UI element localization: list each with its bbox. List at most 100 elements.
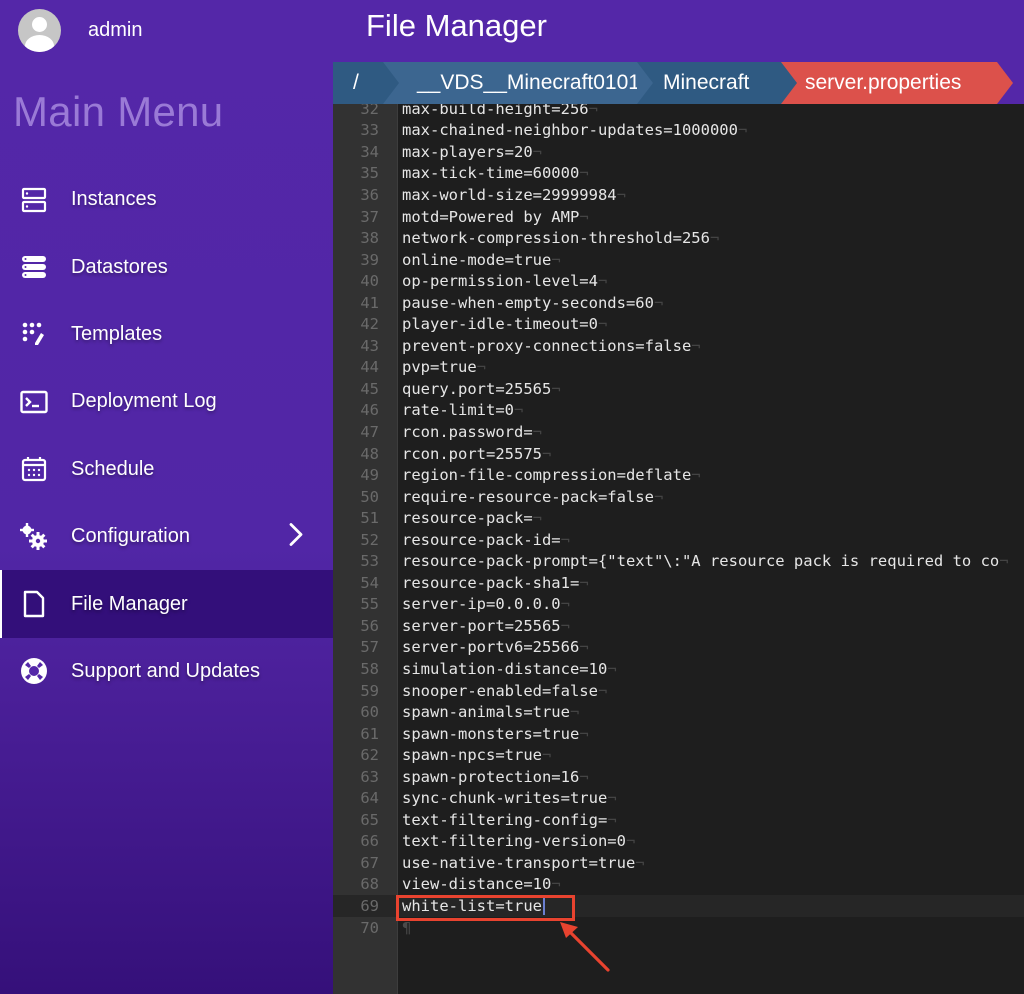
- code-line[interactable]: 35 max-tick-time=60000 ¬: [333, 163, 1024, 185]
- sidebar-item-templates[interactable]: Templates: [0, 301, 333, 368]
- code-line[interactable]: 60 spawn-animals=true ¬: [333, 701, 1024, 723]
- code-line[interactable]: 62 spawn-npcs=true ¬: [333, 744, 1024, 766]
- line-text[interactable]: use-native-transport=true: [398, 854, 635, 872]
- code-line[interactable]: 48 rcon.port=25575 ¬: [333, 443, 1024, 465]
- sidebar-item-configuration[interactable]: Configuration: [0, 503, 333, 570]
- line-end-marker-icon: ¬: [597, 315, 608, 334]
- line-text[interactable]: region-file-compression=deflate: [398, 466, 691, 484]
- code-line[interactable]: 67 use-native-transport=true ¬: [333, 852, 1024, 874]
- code-line[interactable]: 42 player-idle-timeout=0 ¬: [333, 313, 1024, 335]
- sidebar-item-deployment-log[interactable]: Deployment Log: [0, 368, 333, 435]
- line-text[interactable]: server-port=25565: [398, 617, 561, 635]
- line-text[interactable]: query.port=25565: [398, 380, 551, 398]
- line-text[interactable]: require-resource-pack=false: [398, 488, 654, 506]
- line-text[interactable]: motd=Powered by AMP: [398, 208, 579, 226]
- breadcrumb-item[interactable]: Minecraft: [633, 62, 797, 104]
- line-text[interactable]: rcon.port=25575: [398, 445, 542, 463]
- code-line[interactable]: 47 rcon.password= ¬: [333, 421, 1024, 443]
- code-line[interactable]: 59 snooper-enabled=false ¬: [333, 680, 1024, 702]
- line-number: 52: [360, 530, 379, 549]
- code-line[interactable]: 61 spawn-monsters=true ¬: [333, 723, 1024, 745]
- code-line[interactable]: 40 op-permission-level=4 ¬: [333, 270, 1024, 292]
- code-line[interactable]: 66 text-filtering-version=0 ¬: [333, 831, 1024, 853]
- line-text[interactable]: resource-pack-sha1=: [398, 574, 579, 592]
- line-end-marker-icon: ¬: [579, 767, 589, 786]
- code-line[interactable]: 64 sync-chunk-writes=true ¬: [333, 788, 1024, 810]
- sidebar-item-schedule[interactable]: Schedule: [0, 436, 333, 503]
- line-text[interactable]: max-chained-neighbor-updates=1000000: [398, 121, 738, 139]
- code-line[interactable]: 50 require-resource-pack=false ¬: [333, 486, 1024, 508]
- code-line[interactable]: 34 max-players=20 ¬: [333, 141, 1024, 163]
- line-text[interactable]: max-players=20: [398, 143, 533, 161]
- line-text[interactable]: max-tick-time=60000: [398, 164, 579, 182]
- line-end-marker-icon: ¬: [709, 229, 720, 248]
- code-line[interactable]: 51 resource-pack= ¬: [333, 507, 1024, 529]
- code-line[interactable]: 46 rate-limit=0 ¬: [333, 400, 1024, 422]
- code-line[interactable]: 55 server-ip=0.0.0.0 ¬: [333, 594, 1024, 616]
- code-line[interactable]: 33 max-chained-neighbor-updates=1000000 ¬: [333, 120, 1024, 142]
- code-editor[interactable]: 32 max-build-height=256 ¬ 33 max-chained-nei…: [333, 104, 1024, 994]
- line-text[interactable]: network-compression-threshold=256: [398, 229, 710, 247]
- code-line[interactable]: 58 simulation-distance=10 ¬: [333, 658, 1024, 680]
- line-text[interactable]: spawn-npcs=true: [398, 746, 542, 764]
- code-line[interactable]: 52 resource-pack-id= ¬: [333, 529, 1024, 551]
- code-line[interactable]: 44 pvp=true ¬: [333, 357, 1024, 379]
- line-text[interactable]: pvp=true: [398, 358, 477, 376]
- line-text[interactable]: text-filtering-version=0: [398, 832, 626, 850]
- code-line[interactable]: 39 online-mode=true ¬: [333, 249, 1024, 271]
- code-line[interactable]: 37 motd=Powered by AMP ¬: [333, 206, 1024, 228]
- code-line[interactable]: 63 spawn-protection=16 ¬: [333, 766, 1024, 788]
- line-number: 63: [360, 767, 379, 786]
- line-end-marker-icon: ¬: [560, 530, 570, 549]
- code-line[interactable]: 43 prevent-proxy-connections=false ¬: [333, 335, 1024, 357]
- line-text[interactable]: view-distance=10: [398, 875, 551, 893]
- code-line[interactable]: 54 resource-pack-sha1= ¬: [333, 572, 1024, 594]
- line-text[interactable]: op-permission-level=4: [398, 272, 598, 290]
- sidebar-item-instances[interactable]: Instances: [0, 166, 333, 233]
- code-line[interactable]: 49 region-file-compression=deflate ¬: [333, 464, 1024, 486]
- line-text[interactable]: player-idle-timeout=0: [398, 315, 598, 333]
- line-text[interactable]: spawn-protection=16: [398, 768, 579, 786]
- line-text[interactable]: pause-when-empty-seconds=60: [398, 294, 654, 312]
- code-line[interactable]: 68 view-distance=10 ¬: [333, 874, 1024, 896]
- code-line[interactable]: 53 resource-pack-prompt={"text"\:"A resou…: [333, 550, 1024, 572]
- breadcrumb-root[interactable]: /: [333, 62, 399, 104]
- line-end-marker-icon: ¬: [579, 573, 589, 592]
- code-line[interactable]: 65 text-filtering-config= ¬: [333, 809, 1024, 831]
- code-line[interactable]: 45 query.port=25565 ¬: [333, 378, 1024, 400]
- code-line[interactable]: 56 server-port=25565 ¬: [333, 615, 1024, 637]
- database-icon: [19, 252, 49, 282]
- line-text[interactable]: server-ip=0.0.0.0: [398, 595, 561, 613]
- line-text[interactable]: prevent-proxy-connections=false: [398, 337, 691, 355]
- chevron-right-icon[interactable]: [289, 522, 303, 551]
- user-profile[interactable]: admin: [18, 8, 142, 52]
- line-text[interactable]: server-portv6=25566: [398, 638, 579, 656]
- line-text[interactable]: max-build-height=256: [398, 104, 589, 118]
- line-text[interactable]: snooper-enabled=false: [398, 682, 598, 700]
- code-line[interactable]: 36 max-world-size=29999984 ¬: [333, 184, 1024, 206]
- sidebar-item-datastores[interactable]: Datastores: [0, 233, 333, 300]
- sidebar-item-support-and-updates[interactable]: Support and Updates: [0, 638, 333, 705]
- sidebar-item-file-manager[interactable]: File Manager: [0, 570, 333, 638]
- annotation-arrow-icon: [560, 922, 610, 972]
- line-text[interactable]: max-world-size=29999984: [398, 186, 617, 204]
- line-text[interactable]: spawn-monsters=true: [398, 725, 579, 743]
- breadcrumb-current-file[interactable]: server.properties: [777, 62, 1013, 104]
- line-number: 64: [360, 789, 379, 808]
- code-line[interactable]: 41 pause-when-empty-seconds=60 ¬: [333, 292, 1024, 314]
- line-text[interactable]: rcon.password=: [398, 423, 533, 441]
- line-text[interactable]: resource-pack-prompt={"text"\:"A resourc…: [398, 552, 999, 570]
- line-text[interactable]: simulation-distance=10: [398, 660, 607, 678]
- code-line[interactable]: 32 max-build-height=256 ¬: [333, 104, 1024, 120]
- line-end-marker-icon: ¬: [597, 681, 608, 700]
- line-text[interactable]: resource-pack-id=: [398, 531, 561, 549]
- code-line[interactable]: 38 network-compression-threshold=256 ¬: [333, 227, 1024, 249]
- line-text[interactable]: spawn-animals=true: [398, 703, 570, 721]
- code-line[interactable]: 57 server-portv6=25566 ¬: [333, 637, 1024, 659]
- line-text[interactable]: text-filtering-config=: [398, 811, 607, 829]
- breadcrumb-item[interactable]: __VDS__Minecraft0101: [379, 62, 653, 104]
- line-text[interactable]: online-mode=true: [398, 251, 551, 269]
- line-text[interactable]: sync-chunk-writes=true: [398, 789, 607, 807]
- line-text[interactable]: resource-pack=: [398, 509, 533, 527]
- line-text[interactable]: rate-limit=0: [398, 401, 514, 419]
